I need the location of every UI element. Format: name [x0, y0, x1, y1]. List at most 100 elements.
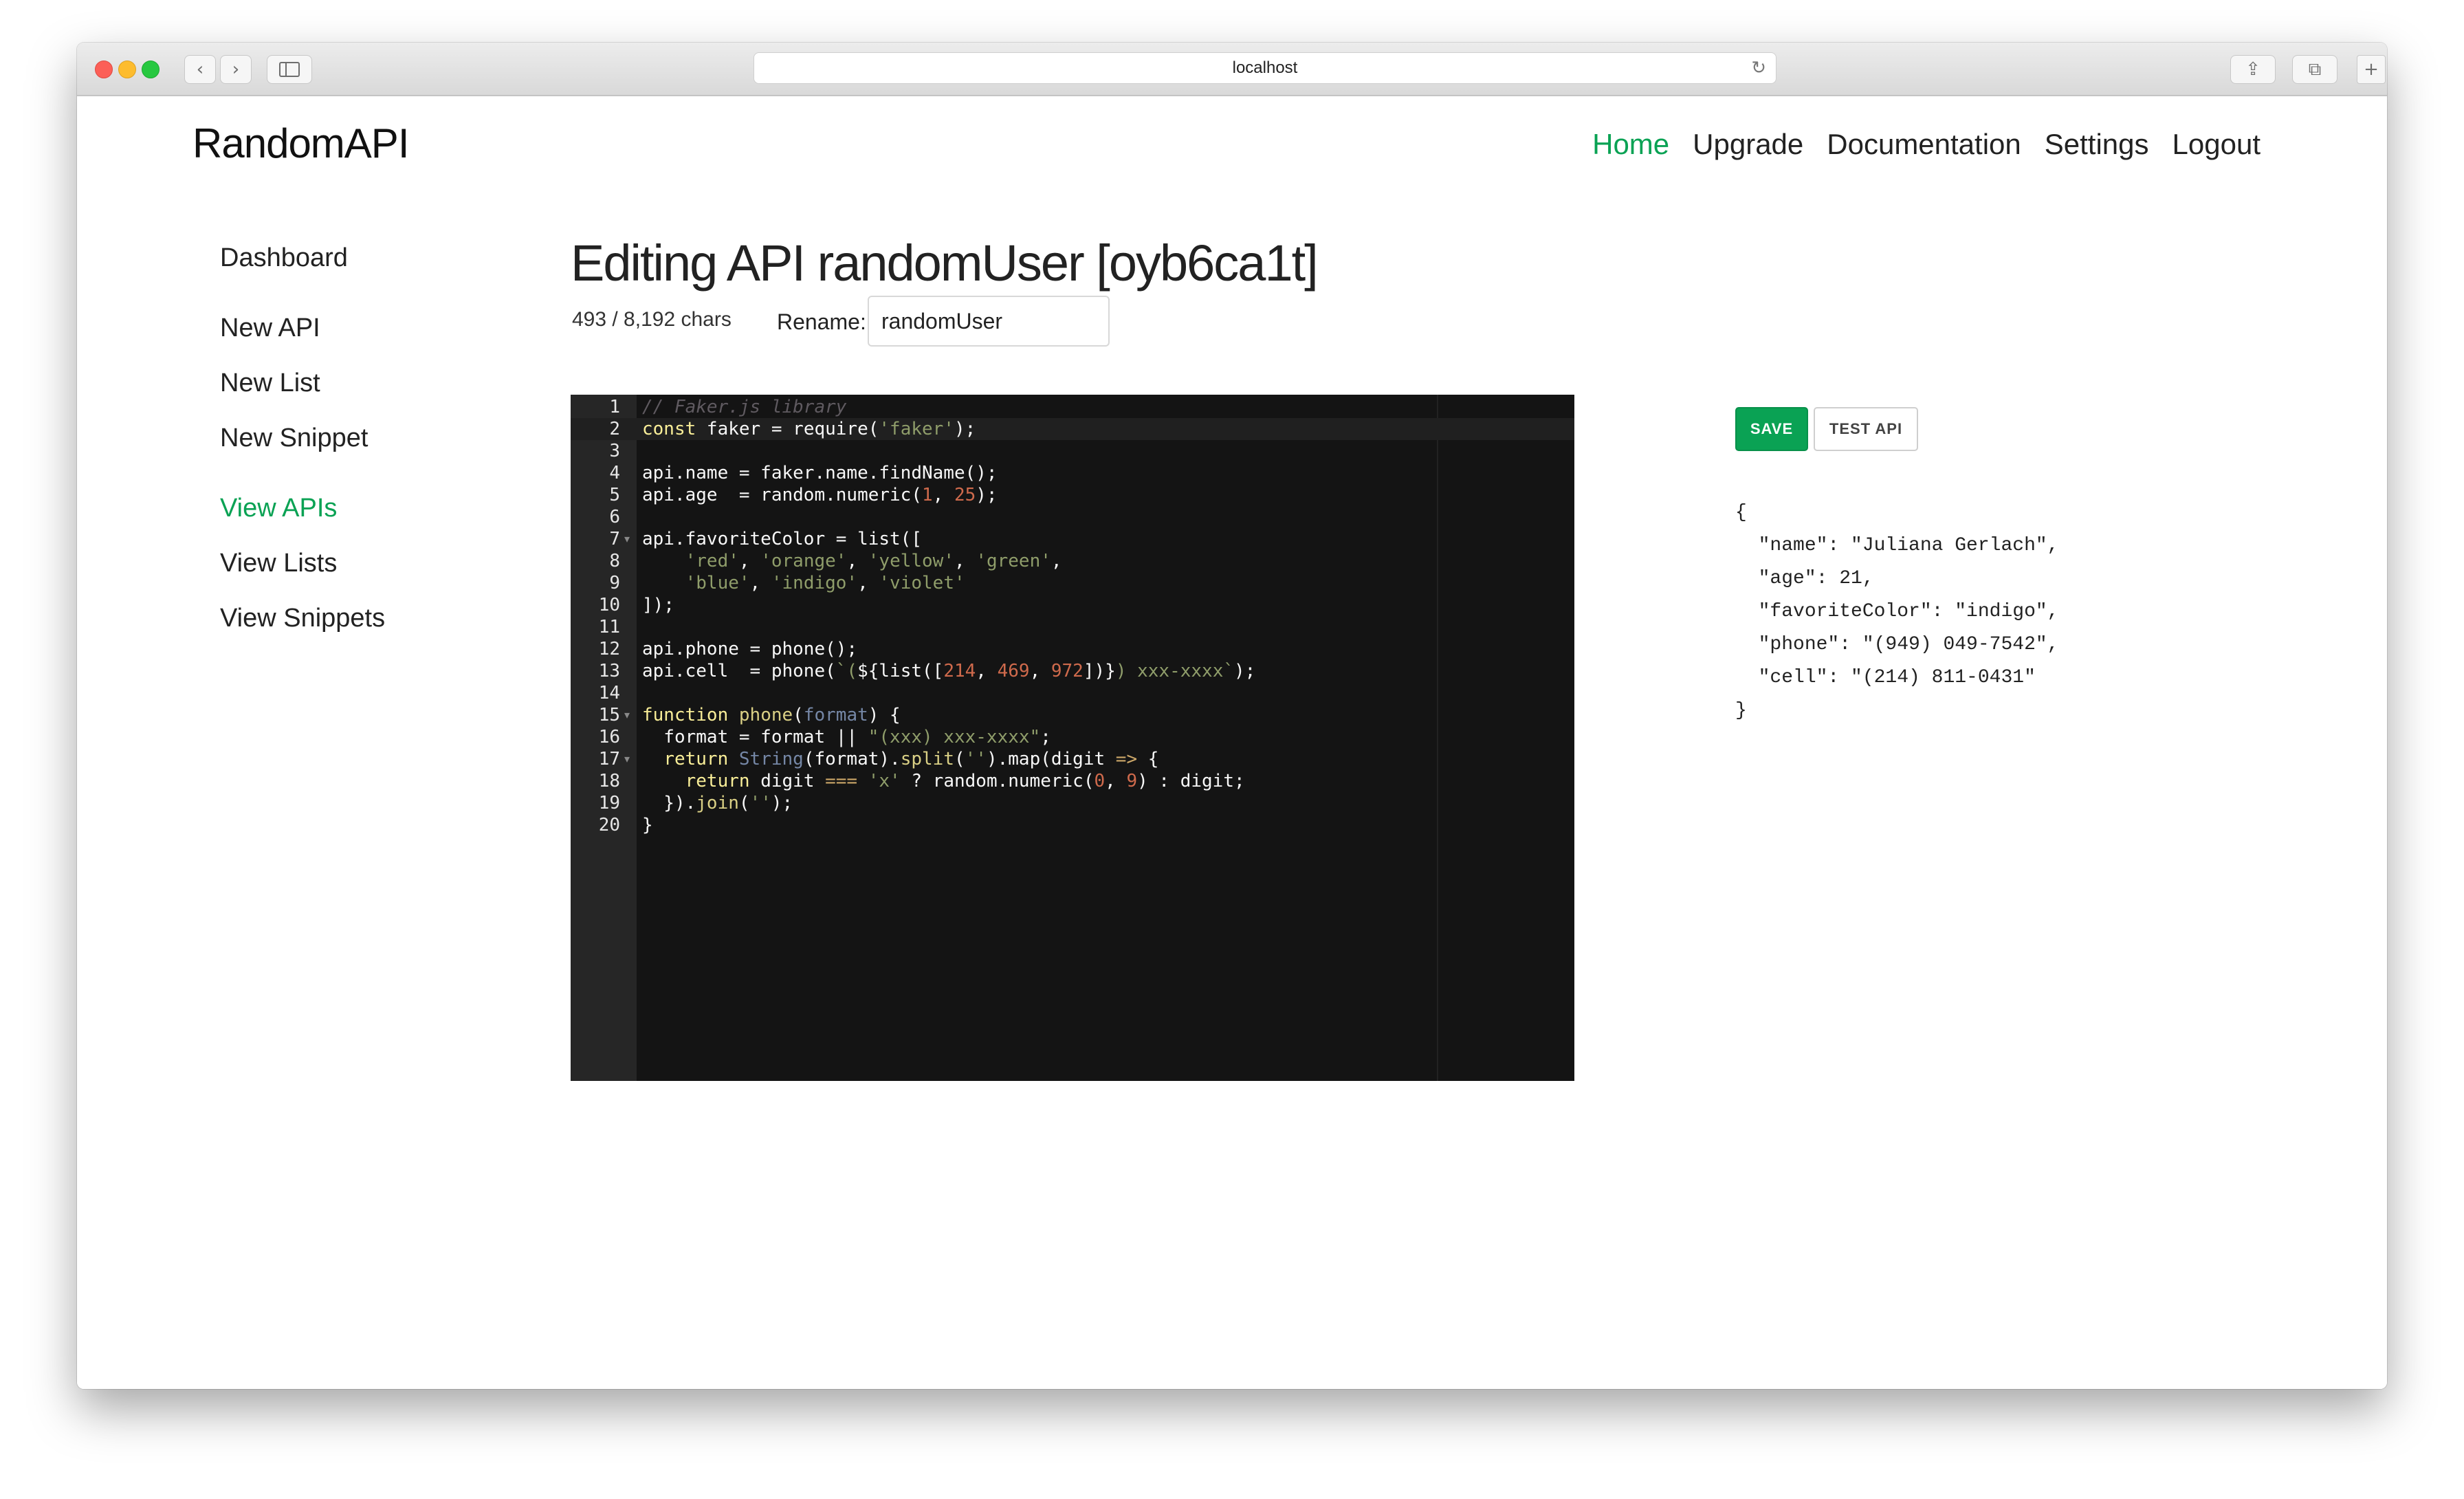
code-token: 1 [922, 485, 933, 505]
code-text: return String(format).split('').map(digi… [642, 748, 1158, 770]
code-line[interactable]: 19 }).join(''); [571, 792, 1574, 814]
code-token: ( [793, 705, 804, 725]
tabs-icon[interactable]: ⧉ [2292, 55, 2338, 84]
code-text: api.phone = phone(); [642, 638, 857, 660]
sidebar-item-new-snippet[interactable]: New Snippet [220, 424, 368, 453]
code-line[interactable]: 4 api.name = faker.name.findName(); [571, 462, 1574, 484]
code-token: '' [749, 793, 771, 813]
code-token: ${list([ [857, 661, 944, 681]
chevron-left-icon[interactable]: ‹ [184, 55, 216, 84]
line-number: 11 [598, 617, 620, 637]
code-line[interactable]: 3 [571, 440, 1574, 462]
code-line[interactable]: 1 // Faker.js library [571, 396, 1574, 418]
code-token: === [825, 771, 858, 791]
code-token: function [642, 705, 729, 725]
line-number: 15 [598, 705, 620, 725]
nav-settings[interactable]: Settings [2045, 128, 2149, 161]
sidebar-item-view-lists[interactable]: View Lists [220, 549, 337, 578]
plus-icon[interactable]: + [2357, 55, 2386, 84]
code-text: api.age = random.numeric(1, 25); [642, 484, 998, 506]
line-number: 7 [609, 529, 620, 549]
address-bar[interactable]: localhost ↻ [754, 52, 1776, 84]
share-icon[interactable]: ⇪ [2230, 55, 2276, 84]
code-line[interactable]: 16 format = format || "(xxx) xxx-xxxx"; [571, 726, 1574, 748]
code-line[interactable]: 7 ▾ api.favoriteColor = list([ [571, 528, 1574, 550]
code-line[interactable]: 11 [571, 616, 1574, 638]
code-line[interactable]: 14 [571, 682, 1574, 704]
minimize-window-button[interactable] [118, 61, 136, 78]
code-text: }).join(''); [642, 792, 793, 814]
code-editor[interactable]: 1 // Faker.js library 2 const faker = requi… [571, 395, 1574, 1081]
code-text: } [642, 814, 653, 836]
code-token: api.phone = phone(); [642, 639, 858, 659]
code-line[interactable]: 8 'red', 'orange', 'yellow', 'green', [571, 550, 1574, 572]
code-token: , [1050, 551, 1062, 571]
code-token: , [738, 551, 761, 571]
nav-upgrade[interactable]: Upgrade [1693, 128, 1803, 161]
code-token: ); [954, 419, 976, 439]
sidebar-item-view-snippets[interactable]: View Snippets [220, 604, 385, 633]
fold-arrow-icon[interactable]: ▾ [624, 748, 630, 770]
code-line[interactable]: 17 ▾ return String(format).split('').map(… [571, 748, 1574, 770]
code-line[interactable]: 12 api.phone = phone(); [571, 638, 1574, 660]
code-token: , [954, 551, 976, 571]
code-line[interactable]: 2 const faker = require('faker'); [571, 418, 1574, 440]
fold-arrow-icon[interactable]: ▾ [624, 528, 630, 550]
nav-documentation[interactable]: Documentation [1827, 128, 2021, 161]
code-token: ])} [1083, 661, 1116, 681]
code-token: , [932, 485, 954, 505]
result-line: "cell": "(214) 811-0431" [1735, 667, 2036, 688]
sidebar-item-view-apis[interactable]: View APIs [220, 494, 337, 523]
code-token: ) xxx-xxxx` [1115, 661, 1234, 681]
sidebar-item-new-api[interactable]: New API [220, 314, 320, 343]
line-number: 12 [598, 639, 620, 659]
nav-home[interactable]: Home [1592, 128, 1669, 161]
api-result-output: { "name": "Juliana Gerlach", "age": 21, … [1735, 496, 2058, 727]
url-text: localhost [1232, 58, 1298, 77]
chevron-right-icon[interactable]: › [220, 55, 252, 84]
code-line[interactable]: 13 api.cell = phone(`(${list([214, 469, 9… [571, 660, 1574, 682]
code-text: api.favoriteColor = list([ [642, 528, 922, 550]
result-line: } [1735, 700, 1747, 721]
reload-icon[interactable]: ↻ [1751, 53, 1766, 83]
code-token: api.cell = phone( [642, 661, 836, 681]
sidebar-icon[interactable] [267, 55, 312, 84]
code-line[interactable]: 6 [571, 506, 1574, 528]
code-line[interactable]: 9 'blue', 'indigo', 'violet' [571, 572, 1574, 594]
code-token: 'blue' [685, 573, 750, 593]
zoom-window-button[interactable] [142, 61, 160, 78]
line-number: 8 [609, 551, 620, 571]
code-line[interactable]: 20} [571, 814, 1574, 836]
code-token: '' [965, 749, 987, 769]
code-token: ; [1040, 727, 1051, 747]
close-window-button[interactable] [95, 61, 113, 78]
browser-window: ‹ › localhost ↻ ⇪ ⧉ + RandomAPI Home Upg… [77, 43, 2387, 1389]
code-line[interactable]: 10]); [571, 594, 1574, 616]
code-token: 'faker' [879, 419, 954, 439]
code-text: 'blue', 'indigo', 'violet' [642, 572, 965, 594]
sidebar-item-dashboard[interactable]: Dashboard [220, 243, 348, 273]
code-token: 469 [997, 661, 1030, 681]
rename-input[interactable] [868, 296, 1110, 347]
code-token: join [696, 793, 739, 813]
nav-logout[interactable]: Logout [2172, 128, 2260, 161]
code-token: api.age = random.numeric( [642, 485, 922, 505]
sidebar-item-new-list[interactable]: New List [220, 369, 320, 398]
save-button[interactable]: SAVE [1735, 407, 1808, 451]
test-api-button[interactable]: TEST API [1814, 407, 1918, 451]
fold-arrow-icon[interactable]: ▾ [624, 704, 630, 726]
code-token: { [1137, 749, 1159, 769]
brand-logo[interactable]: RandomAPI [192, 120, 409, 167]
code-token: ); [1234, 661, 1256, 681]
result-line: { [1735, 502, 1747, 523]
code-token: 972 [1050, 661, 1084, 681]
line-number: 14 [598, 683, 620, 703]
code-line[interactable]: 5 api.age = random.numeric(1, 25); [571, 484, 1574, 506]
code-line[interactable]: 15 ▾ function phone(format) { [571, 704, 1574, 726]
code-token: , [846, 551, 868, 571]
code-line[interactable]: 18 return digit === 'x' ? random.numeric… [571, 770, 1574, 792]
